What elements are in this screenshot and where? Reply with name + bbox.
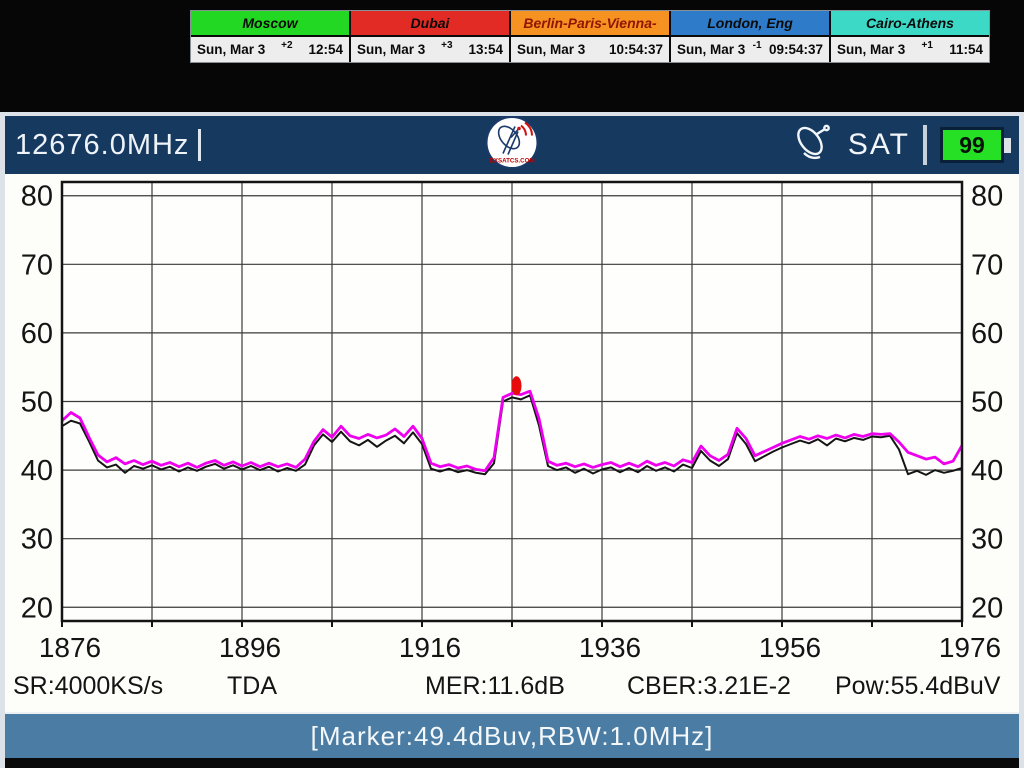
- battery-level: 99: [940, 127, 1004, 163]
- clock-city-name: Moscow: [191, 11, 349, 37]
- clock-city-time: Sun, Mar 3 +3 13:54: [351, 37, 509, 62]
- sat-label: SAT: [847, 128, 910, 161]
- y-axis-label-left: 80: [21, 181, 53, 213]
- peak-marker-icon: [511, 376, 522, 396]
- clock-city-time: Sun, Mar 3 -1 09:54:37: [671, 37, 829, 62]
- clock-city-name: London, Eng: [671, 11, 829, 37]
- y-axis-label-right: 40: [971, 455, 1003, 487]
- x-axis-label: 1876: [39, 632, 101, 663]
- clock-city-column: Cairo-Athens Sun, Mar 3 +1 11:54: [831, 11, 989, 62]
- y-axis-label-left: 60: [21, 318, 53, 350]
- clock-city-column: Dubai Sun, Mar 3 +3 13:54: [351, 11, 511, 62]
- frequency-input[interactable]: 12676.0MHz: [15, 128, 202, 162]
- symbol-rate-readout: SR:4000KS/s: [13, 672, 164, 700]
- x-axis-label: 1936: [579, 632, 641, 663]
- y-axis-label-left: 30: [21, 524, 53, 556]
- sat-status-group: SAT 99: [791, 116, 1011, 174]
- spectrum-chart-area: 80 80 70 70 60 60 50 50 40 40 30 30 20 20 1876 1896 1916…: [5, 174, 1019, 712]
- clock-city-time: Sun, Mar 3 +1 11:54: [831, 37, 989, 62]
- y-axis-label-right: 80: [971, 181, 1003, 213]
- clock-city-column: London, Eng Sun, Mar 3 -1 09:54:37: [671, 11, 831, 62]
- x-axis-label: 1916: [399, 632, 461, 663]
- cber-readout: CBER:3.21E-2: [627, 672, 791, 700]
- battery-nub: [1004, 137, 1011, 153]
- y-axis-label-left: 70: [21, 249, 53, 281]
- power-readout: Pow:55.4dBuV: [835, 672, 1001, 700]
- y-axis-label-right: 70: [971, 249, 1003, 281]
- clock-time: 10:54:37: [608, 42, 663, 57]
- marker-bar: [Marker:49.4dBuv,RBW:1.0MHz]: [5, 712, 1019, 758]
- mer-readout: MER:11.6dB: [425, 672, 565, 700]
- clock-city-name: Cairo-Athens: [831, 11, 989, 37]
- satellite-dish-icon: [791, 122, 835, 169]
- clock-city-column: Berlin-Paris-Vienna-RomaSun, Mar 3 10:54:…: [511, 11, 671, 62]
- dxsatcs-logo: DXSATCS.COM: [485, 116, 539, 175]
- mode-readout: TDA: [227, 672, 277, 700]
- y-axis-label-left: 20: [21, 592, 53, 624]
- clock-date: Sun, Mar 3: [357, 42, 426, 57]
- x-axis-label: 1896: [219, 632, 281, 663]
- clock-utc-offset: +1: [921, 40, 933, 51]
- y-axis-label-left: 40: [21, 455, 53, 487]
- header-divider: [923, 125, 927, 165]
- analyzer-panel: 12676.0MHz DXSATCS.COM SAT 99 80 80 70 7…: [0, 112, 1024, 768]
- clock-date: Sun, Mar 3: [517, 42, 586, 57]
- y-axis-label-right: 20: [971, 592, 1003, 624]
- marker-readout: [Marker:49.4dBuv,RBW:1.0MHz]: [310, 720, 714, 751]
- y-axis-label-left: 50: [21, 387, 53, 419]
- clock-time: 12:54: [308, 42, 343, 57]
- spectrum-svg: 80 80 70 70 60 60 50 50 40 40 30 30 20 20 1876 1896 1916…: [21, 181, 1004, 663]
- logo-text: DXSATCS.COM: [489, 158, 534, 165]
- frequency-value: 12676.0MHz: [15, 128, 190, 161]
- battery-indicator: 99: [940, 127, 1011, 163]
- x-axis-label: 1956: [759, 632, 821, 663]
- clock-utc-offset: -1: [752, 40, 762, 51]
- clock-city-name: Berlin-Paris-Vienna-Roma: [511, 11, 669, 55]
- y-axis-label-right: 50: [971, 387, 1003, 419]
- text-cursor: [198, 128, 202, 161]
- clock-date: Sun, Mar 3: [837, 42, 906, 57]
- clock-utc-offset: +3: [441, 40, 453, 51]
- analyzer-header: 12676.0MHz DXSATCS.COM SAT 99: [5, 116, 1019, 174]
- clock-time: 09:54:37: [768, 42, 823, 57]
- clock-city-name: Dubai: [351, 11, 509, 37]
- clock-time: 13:54: [468, 42, 503, 57]
- y-axis-label-right: 30: [971, 524, 1003, 556]
- bottom-strip: [5, 758, 1019, 768]
- y-axis-label-right: 60: [971, 318, 1003, 350]
- clock-utc-offset: +2: [281, 40, 293, 51]
- clock-time: 11:54: [949, 42, 983, 57]
- world-clock-bar: Moscow Sun, Mar 3 +2 12:54 Dubai Sun, Mar 3 +3…: [190, 10, 990, 63]
- clock-city-time: Sun, Mar 3 10:54:37: [511, 37, 669, 62]
- clock-city-column: Moscow Sun, Mar 3 +2 12:54: [191, 11, 351, 62]
- clock-date: Sun, Mar 3: [197, 42, 266, 57]
- clock-date: Sun, Mar 3: [677, 42, 746, 57]
- x-axis-label: 1976: [939, 632, 1001, 663]
- clock-city-time: Sun, Mar 3 +2 12:54: [191, 37, 349, 62]
